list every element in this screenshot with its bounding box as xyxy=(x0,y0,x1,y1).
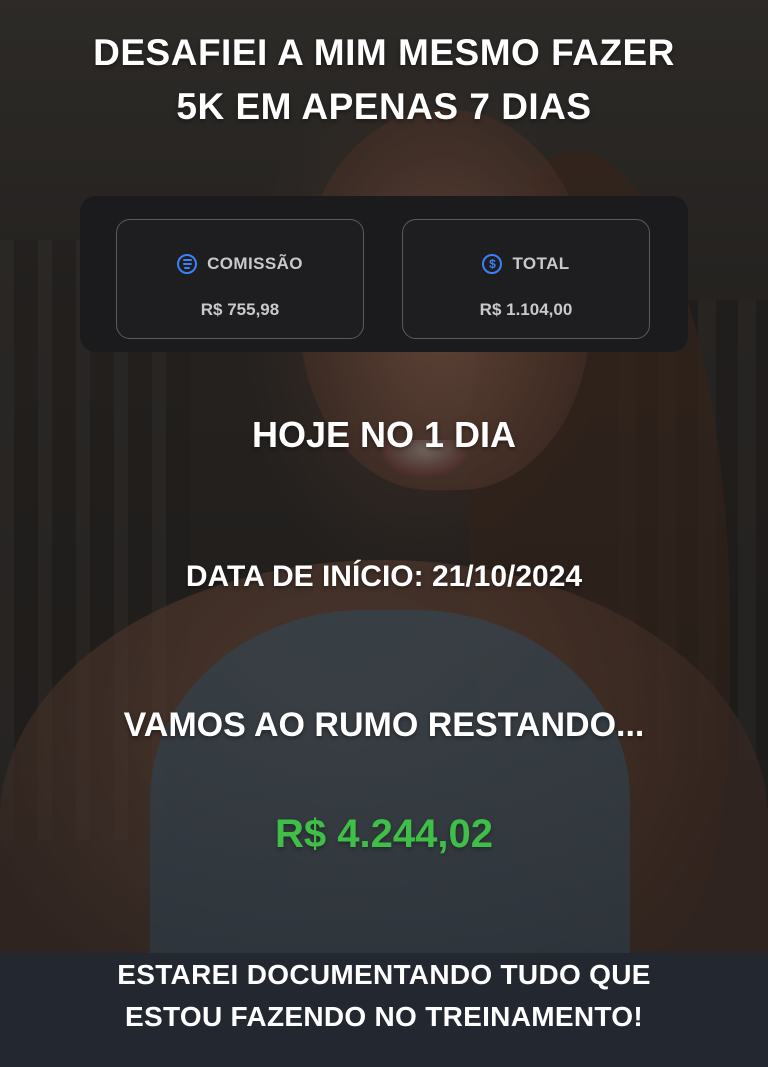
total-label: TOTAL xyxy=(512,254,570,273)
commission-label: COMISSÃO xyxy=(207,254,303,273)
content-layer: DESAFIEI A MIM MESMO FAZER 5K EM APENAS … xyxy=(0,0,768,1067)
footer-line-1: ESTAREI DOCUMENTANDO TUDO QUE xyxy=(117,959,651,990)
headline: DESAFIEI A MIM MESMO FAZER 5K EM APENAS … xyxy=(0,26,768,134)
total-value: R$ 1.104,00 xyxy=(479,300,573,319)
total-label-row: $ TOTAL xyxy=(403,254,649,274)
footer-line-2: ESTOU FAZENDO NO TREINAMENTO! xyxy=(125,1001,643,1032)
document-icon xyxy=(177,254,198,274)
headline-line-2: 5K EM APENAS 7 DIAS xyxy=(176,86,592,127)
remaining-amount: R$ 4.244,02 xyxy=(275,812,493,856)
commission-label-row: COMISSÃO xyxy=(117,254,363,274)
start-date: DATA DE INÍCIO: 21/10/2024 xyxy=(185,560,583,593)
commission-card: COMISSÃO R$ 755,98 xyxy=(116,219,364,339)
footer-banner: ESTAREI DOCUMENTANDO TUDO QUE ESTOU FAZE… xyxy=(0,953,768,1067)
commission-value: R$ 755,98 xyxy=(200,300,280,319)
remaining-caption: VAMOS AO RUMO RESTANDO... xyxy=(123,706,645,744)
total-card: $ TOTAL R$ 1.104,00 xyxy=(402,219,650,339)
stats-panel: COMISSÃO R$ 755,98 $ TOTAL R$ 1.104,00 xyxy=(80,196,688,352)
headline-line-1: DESAFIEI A MIM MESMO FAZER xyxy=(93,32,675,73)
day-counter: HOJE NO 1 DIA xyxy=(251,414,517,455)
dollar-icon: $ xyxy=(482,254,503,274)
